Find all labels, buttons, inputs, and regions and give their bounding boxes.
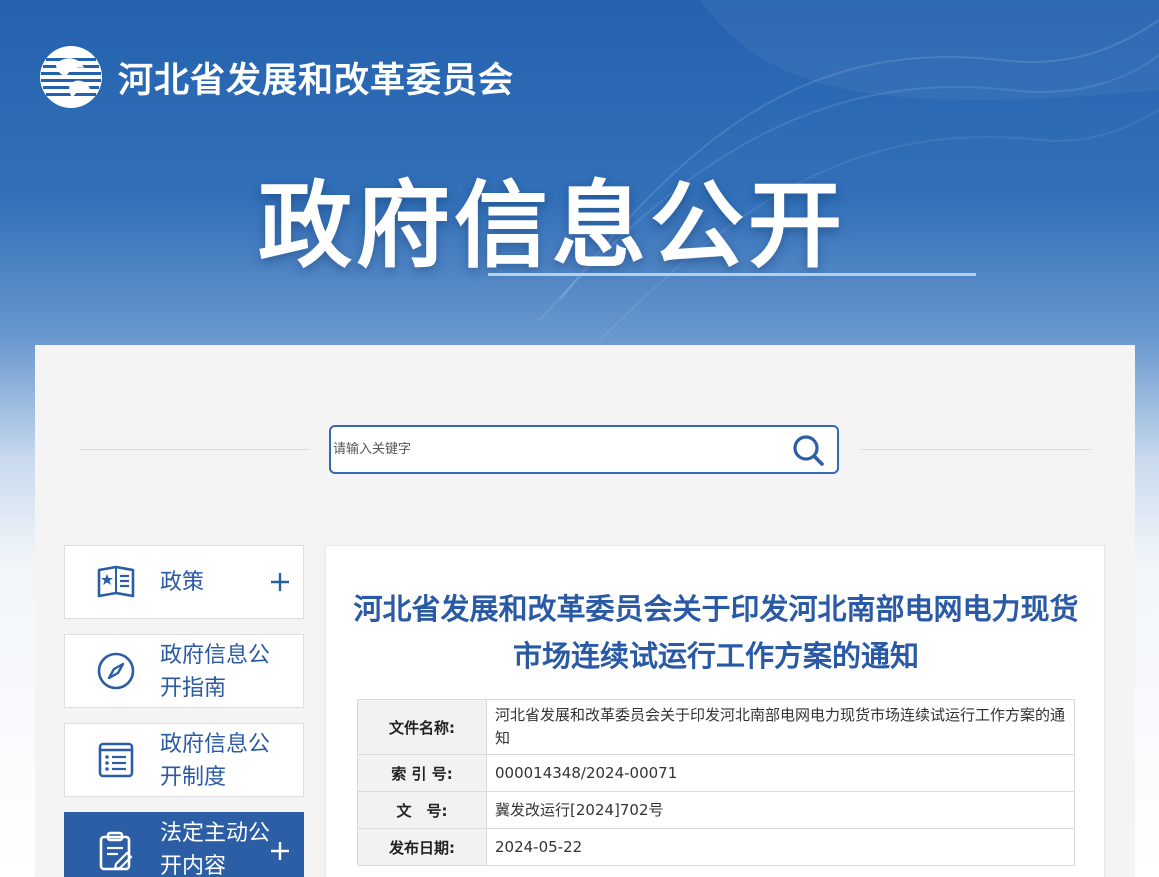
search-box [329,425,839,474]
list-document-icon [94,738,138,782]
site-name[interactable]: 河北省发展和改革委员会 [118,52,514,103]
content-panel: 政策 政府信息公开指南 [35,345,1135,877]
meta-value-index: 000014348/2024-00071 [486,754,1075,792]
compass-icon [94,649,138,693]
plus-icon[interactable] [269,571,291,593]
table-row: 发布日期: 2024-05-22 [357,828,1075,866]
meta-key-index: 索 引 号: [357,754,487,792]
site-logo-icon[interactable] [36,44,106,110]
site-header: 河北省发展和改革委员会 [36,44,514,110]
banner-underline [488,273,976,276]
plus-icon[interactable] [269,840,291,862]
nav-label-policy: 政策 [160,570,205,595]
nav-item-statutory-disclosure[interactable]: 法定主动公开内容 [64,812,304,877]
article-title: 河北省发展和改革委员会关于印发河北南部电网电力现货市场连续试运行工作方案的通知 [353,592,1079,673]
nav-label-disclosure-system: 政府信息公开制度 [160,732,271,790]
search-divider-left [79,449,309,450]
search-input[interactable] [331,427,779,472]
article-meta-table: 文件名称: 河北省发展和改革委员会关于印发河北南部电网电力现货市场连续试运行工作… [357,699,1075,866]
article-card: 河北省发展和改革委员会关于印发河北南部电网电力现货市场连续试运行工作方案的通知 … [325,545,1105,877]
search-divider-right [861,449,1091,450]
book-star-icon [94,560,138,604]
table-row: 文件名称: 河北省发展和改革委员会关于印发河北南部电网电力现货市场连续试运行工作… [357,699,1075,755]
nav-item-policy[interactable]: 政策 [64,545,304,619]
search-icon [793,434,824,466]
meta-key-doc-no: 文 号: [357,791,487,829]
search-button[interactable] [779,427,837,472]
meta-key-file-name: 文件名称: [357,699,487,755]
nav-item-disclosure-system[interactable]: 政府信息公开制度 [64,723,304,797]
meta-value-date: 2024-05-22 [486,828,1075,866]
table-row: 索 引 号: 000014348/2024-00071 [357,754,1075,792]
table-row: 文 号: 冀发改运行[2024]702号 [357,791,1075,829]
banner-title: 政府信息公开 [258,172,847,281]
meta-value-file-name: 河北省发展和改革委员会关于印发河北南部电网电力现货市场连续试运行工作方案的通知 [486,699,1075,755]
nav-label-disclosure-guide: 政府信息公开指南 [160,643,271,701]
meta-key-date: 发布日期: [357,828,487,866]
nav-label-statutory-disclosure: 法定主动公开内容 [160,821,271,877]
clipboard-edit-icon [94,830,138,874]
meta-value-doc-no: 冀发改运行[2024]702号 [486,791,1075,829]
nav-item-disclosure-guide[interactable]: 政府信息公开指南 [64,634,304,708]
